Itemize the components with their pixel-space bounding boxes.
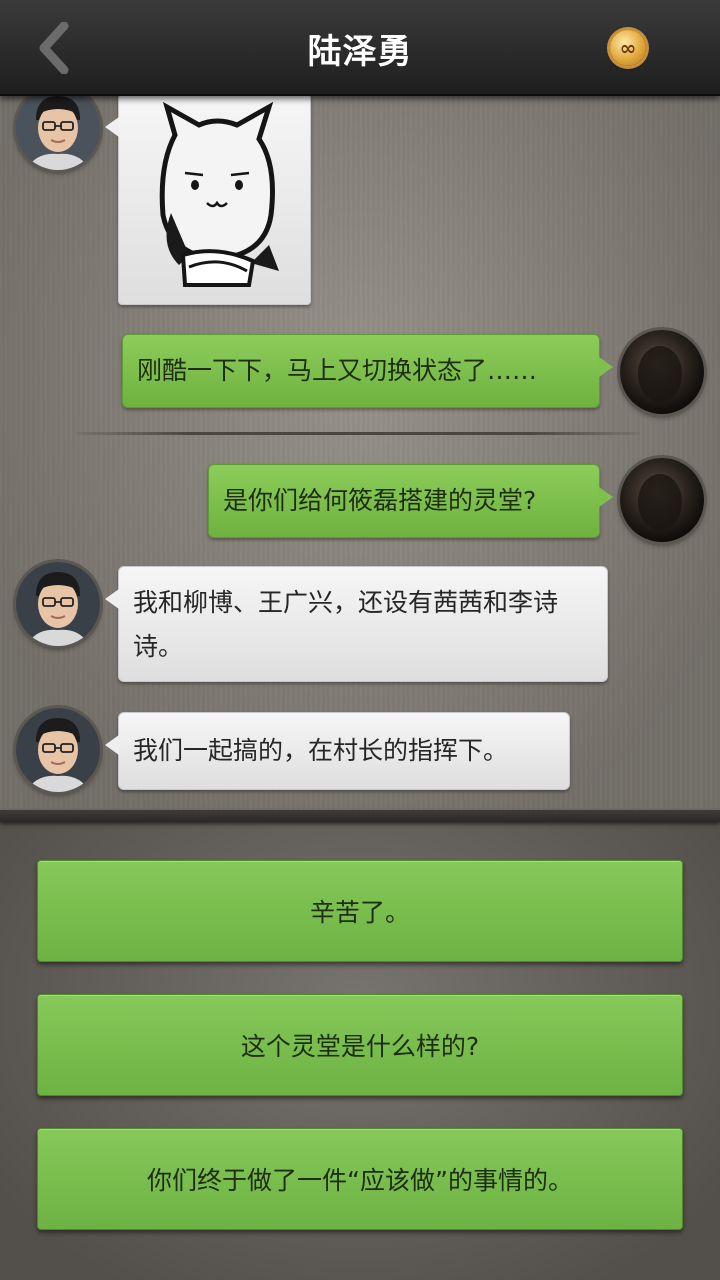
cat-sticker-icon [159,101,279,287]
option-label: 辛苦了。 [309,898,410,927]
message-bubble-left[interactable]: 我和柳博、王广兴，还设有茜茜和李诗诗。 [105,566,608,682]
message-text: 我和柳博、王广兴，还设有茜茜和李诗诗。 [133,588,559,661]
man-avatar-icon [16,562,100,646]
avatar[interactable] [16,562,100,646]
sticker-bubble[interactable] [105,94,311,305]
reply-option-button[interactable]: 你们终于做了一件“应该做”的事情的。 [37,1128,683,1230]
message-text: 刚酷一下下，马上又切换状态了…… [137,356,538,385]
option-label: 你们终于做了一件“应该做”的事情的。 [147,1166,573,1195]
message-bubble-right[interactable]: 是你们给何筱磊搭建的灵堂? [208,464,613,538]
back-button[interactable] [24,18,84,78]
chat-divider [0,810,720,822]
chevron-left-icon [39,22,69,74]
message-bubble-left[interactable]: 我们一起搞的，在村长的指挥下。 [105,712,570,790]
chat-area[interactable]: 刚酷一下下，马上又切换状态了…… 是你们给何筱磊搭建的灵堂? 我和柳博、王广兴，… [0,94,720,816]
reply-option-button[interactable]: 辛苦了。 [37,860,683,962]
message-text: 是你们给何筱磊搭建的灵堂? [223,486,537,515]
infinity-coin-icon[interactable]: ∞ [610,30,646,66]
message-text: 我们一起搞的，在村长的指挥下。 [133,736,509,765]
shadow-avatar-icon [620,458,704,542]
message-bubble-right[interactable]: 刚酷一下下，马上又切换状态了…… [122,334,613,408]
avatar[interactable] [16,708,100,792]
avatar[interactable] [620,330,704,414]
reply-options-panel: 辛苦了。 这个灵堂是什么样的? 你们终于做了一件“应该做”的事情的。 [0,822,720,1280]
shadow-avatar-icon [620,330,704,414]
reply-option-button[interactable]: 这个灵堂是什么样的? [37,994,683,1096]
page-title: 陆泽勇 [307,32,413,72]
avatar[interactable] [620,458,704,542]
avatar[interactable] [16,94,100,170]
coin-symbol: ∞ [619,36,637,60]
top-bar: 陆泽勇 ∞ [0,0,720,96]
man-avatar-icon [16,708,100,792]
man-avatar-icon [16,94,100,170]
divider [76,432,640,435]
option-label: 这个灵堂是什么样的? [240,1032,480,1061]
